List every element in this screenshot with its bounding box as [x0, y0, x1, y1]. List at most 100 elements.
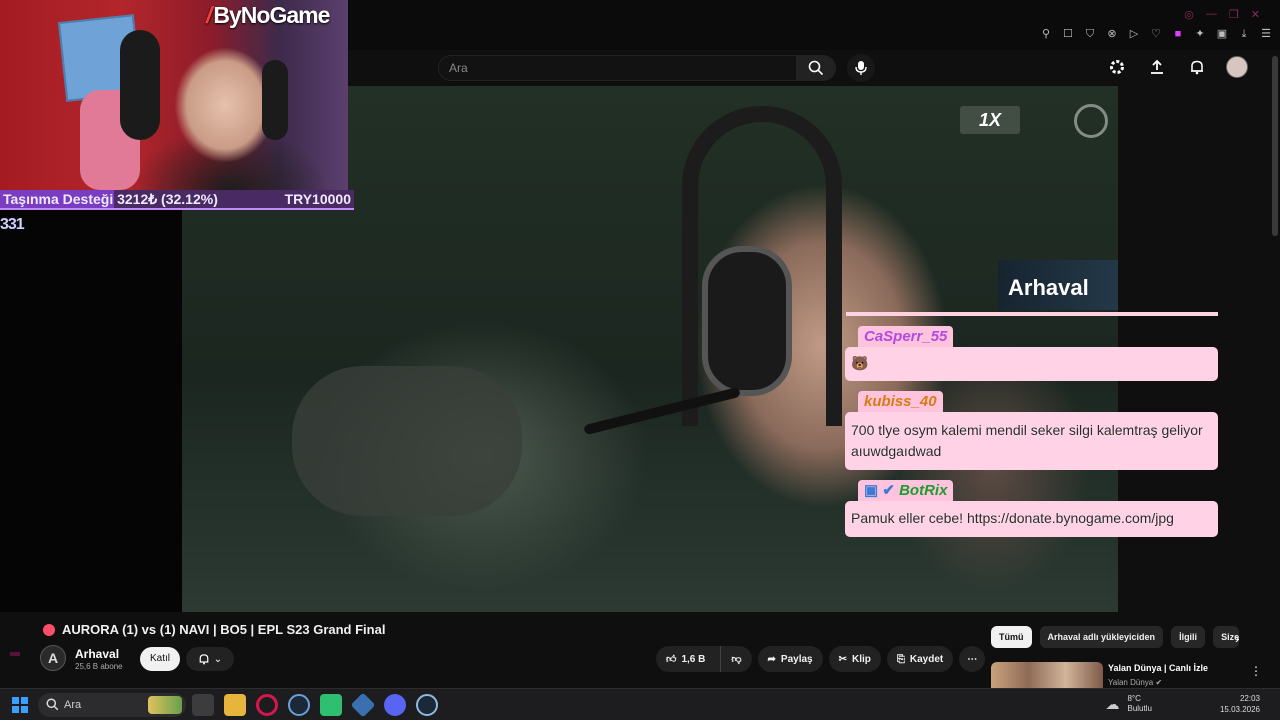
channel-name[interactable]: Arhaval: [75, 647, 119, 661]
search-highlight-image: [148, 696, 182, 714]
bookmark-icon: ⎘: [896, 653, 905, 665]
join-button[interactable]: Katıl: [140, 647, 180, 671]
more-actions-button[interactable]: ⋯: [959, 646, 986, 672]
windows-logo-icon: [12, 697, 19, 704]
file-explorer-icon[interactable]: [224, 694, 246, 716]
sponsor-logo: 1X: [960, 106, 1020, 134]
play-icon[interactable]: ▷: [1128, 28, 1140, 40]
weather-condition: Bulutlu: [1127, 704, 1152, 713]
clock[interactable]: 22:03 15.03.2026: [1220, 693, 1260, 715]
search-icon: [808, 60, 824, 76]
chat-username: CaSperr_55: [858, 326, 954, 348]
channel-avatar[interactable]: A: [40, 645, 66, 671]
bot-badge-icon: ▣ ✔: [864, 482, 900, 499]
opera-icon[interactable]: [256, 694, 278, 716]
extension-bar: ⚲ ☐ ⛉ ⊗ ▷ ♡ ■ ✦ ▣ ⤓ ☰: [1040, 28, 1272, 40]
app-green-icon[interactable]: [320, 694, 342, 716]
extension-button[interactable]: [1106, 56, 1128, 78]
search-icon[interactable]: ◎: [1184, 8, 1194, 21]
steam-icon[interactable]: [288, 694, 310, 716]
discord-icon[interactable]: [384, 694, 406, 716]
x-circle-icon[interactable]: ⊗: [1106, 28, 1118, 40]
save-label: Kaydet: [909, 653, 944, 665]
weather-widget[interactable]: 8°C Bulutlu: [1127, 694, 1151, 714]
chevron-down-icon: ⌄: [213, 653, 223, 665]
cloud-icon: ☁: [1105, 695, 1120, 712]
upload-button[interactable]: [1146, 56, 1168, 78]
dislike-button[interactable]: 👎︎: [720, 646, 751, 672]
webcam-headphone: [120, 30, 160, 140]
upload-icon: [1151, 59, 1163, 74]
video-title: AURORA (1) vs (1) NAVI | BO5 | EPL S23 G…: [62, 622, 386, 637]
scissors-icon: ✂: [838, 653, 847, 665]
chat-message: Pamuk eller cebe! https://donate.bynogam…: [845, 501, 1218, 537]
search-input[interactable]: Ara: [438, 55, 796, 81]
clock-time: 22:03: [1239, 694, 1260, 703]
share-icon: ➦: [767, 653, 776, 665]
recommendation-title[interactable]: Yalan Dünya | Canlı İzle: [1108, 663, 1208, 673]
recommendation-channel[interactable]: Yalan Dünya ✔: [1108, 678, 1162, 687]
bell-icon: [199, 654, 209, 665]
chip-all[interactable]: Tümü: [991, 626, 1032, 648]
voice-search-button[interactable]: [847, 54, 875, 82]
left-marker: [10, 652, 20, 656]
donation-goal-bar: Taşınma Desteği 3212₺ (32.12%) TRY10000: [0, 190, 354, 210]
donation-goal: TRY10000: [284, 191, 351, 207]
windows-taskbar: Ara ☁ 8°C Bulutlu 22:03 15.03.2026: [0, 688, 1280, 720]
verified-icon: ✔: [1155, 678, 1163, 687]
clip-button[interactable]: ✂ Klip: [828, 646, 881, 672]
video-scene-earcup: [702, 246, 792, 396]
taskbar-search-label: Ara: [64, 699, 82, 711]
chat-divider: [846, 312, 1218, 316]
webcam-headphone-right: [262, 60, 288, 140]
menu-icon[interactable]: ☰: [1260, 28, 1272, 40]
heart-icon[interactable]: ♡: [1150, 28, 1162, 40]
notifications-button[interactable]: [1186, 56, 1208, 78]
video-scene-camera: [292, 366, 522, 516]
search-button[interactable]: [796, 55, 836, 81]
chip-related[interactable]: İlgili: [1171, 626, 1206, 648]
left-empty-area: [0, 210, 182, 612]
like-dislike-group: 👍︎ 1,6 B 👎︎: [656, 646, 752, 672]
like-button[interactable]: 👍︎ 1,6 B: [656, 646, 715, 672]
extension-icon[interactable]: ■: [1172, 28, 1184, 40]
chat-message: 🐻: [845, 347, 1218, 381]
subscription-bell-button[interactable]: ⌄: [186, 647, 234, 671]
chevron-right-icon[interactable]: ›: [1235, 630, 1240, 646]
share-button[interactable]: ➦ Paylaş: [757, 646, 823, 672]
square-icon[interactable]: ☐: [1062, 28, 1074, 40]
taskbar-apps: [192, 692, 438, 718]
recommendation-thumbnail[interactable]: [991, 662, 1103, 690]
account-avatar[interactable]: [1226, 56, 1248, 78]
puzzle-icon[interactable]: ✦: [1194, 28, 1206, 40]
more-icon: ⋯: [967, 653, 978, 665]
brand-logo: /ByNoGame: [206, 2, 330, 28]
chat-message: 700 tlye osym kalemi mendil seker silgi …: [845, 412, 1218, 470]
close-icon[interactable]: ✕: [1251, 8, 1260, 21]
steam-icon-2[interactable]: [416, 694, 438, 716]
app-diamond-icon[interactable]: [350, 692, 376, 718]
pin-icon[interactable]: ⚲: [1040, 28, 1052, 40]
chat-username: kubiss_40: [858, 391, 943, 413]
task-view-icon[interactable]: [192, 694, 214, 716]
bell-icon: [1191, 60, 1203, 75]
save-button[interactable]: ⎘ Kaydet: [886, 646, 954, 672]
page-scrollbar[interactable]: [1272, 56, 1278, 236]
video-info: AURORA (1) vs (1) NAVI | BO5 | EPL S23 G…: [30, 612, 1280, 690]
video-actions: 👍︎ 1,6 B 👎︎ ➦ Paylaş ✂ Klip ⎘ Kaydet ⋯: [656, 646, 986, 672]
header-actions: [1106, 56, 1248, 78]
shield-icon[interactable]: ⛉: [1084, 28, 1096, 40]
chat-username: ▣ ✔ BotRix: [858, 480, 954, 502]
like-count: 1,6 B: [681, 653, 706, 665]
profile-icon[interactable]: ▣: [1216, 28, 1228, 40]
system-tray: ☁ 8°C Bulutlu 22:03 15.03.2026: [1105, 693, 1260, 715]
chip-from-uploader[interactable]: Arhaval adlı yükleyiciden: [1039, 626, 1164, 648]
download-icon[interactable]: ⤓: [1238, 28, 1250, 40]
minimize-icon[interactable]: —: [1206, 8, 1217, 21]
taskbar-search[interactable]: Ara: [38, 693, 186, 717]
recommendation-more-icon[interactable]: ⋮: [1250, 664, 1262, 678]
start-button[interactable]: [12, 697, 28, 713]
thumbs-up-icon: 👍︎: [666, 654, 677, 665]
restore-icon[interactable]: ❐: [1229, 8, 1239, 21]
gear-icon: [1110, 60, 1124, 74]
